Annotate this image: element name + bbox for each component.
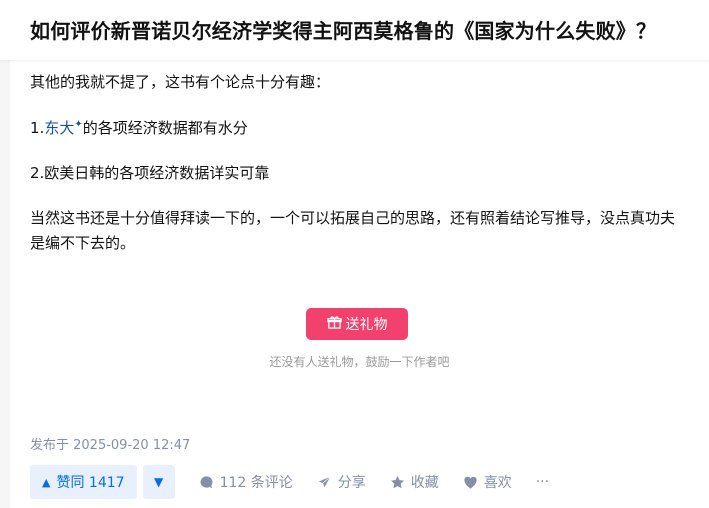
more-options-button[interactable]: ···: [536, 474, 549, 490]
share-button[interactable]: 分享: [316, 472, 366, 492]
comments-label: 112 条评论: [219, 475, 293, 491]
like-button[interactable]: 喜欢: [463, 472, 512, 492]
upvote-button[interactable]: ▲ 赞同 1417: [30, 465, 137, 499]
publish-time[interactable]: 发布于 2025-09-20 12:47: [30, 434, 190, 453]
heart-icon: [463, 475, 478, 490]
action-bar: ▲ 赞同 1417 ▼ 112 条评论 分享 收藏 喜欢 ···: [30, 465, 690, 499]
downvote-button[interactable]: ▼: [142, 465, 175, 499]
answer-paragraph-1: 其他的我就不提了，这书有个论点十分有趣：: [30, 73, 331, 91]
send-gift-label: 送礼物: [345, 317, 388, 333]
upvote-label: 赞同 1417: [56, 475, 125, 491]
gift-icon: [326, 315, 342, 334]
question-title[interactable]: 如何评价新晋诺贝尔经济学奖得主阿西莫格鲁的《国家为什么失败》？: [30, 15, 656, 44]
triangle-down-icon: ▼: [153, 475, 164, 489]
answer-paragraph-2: 1.东大✦的各项经济数据都有水分: [30, 116, 248, 140]
answer-paragraph-4-line-2: 是编不下去的。: [30, 234, 136, 252]
answer-card: 其他的我就不提了，这书有个论点十分有趣： 1.东大✦的各项经济数据都有水分 2.…: [10, 60, 709, 508]
paper-plane-icon: [316, 474, 332, 490]
ellipsis-icon: ···: [535, 474, 550, 490]
answer-paragraph-4-line-1: 当然这书还是十分值得拜读一下的，一个可以拓展自己的思路，还有照着结论写推导，没点…: [30, 209, 676, 227]
send-gift-button[interactable]: 送礼物: [306, 308, 408, 340]
list-number: 1.: [30, 119, 45, 137]
comments-button[interactable]: 112 条评论: [199, 472, 293, 492]
keyword-sparkle-icon: ✦: [74, 119, 83, 130]
like-label: 喜欢: [483, 475, 512, 491]
gift-hint: 还没有人送礼物，鼓励一下作者吧: [269, 355, 450, 369]
comment-bubble-icon: [199, 475, 214, 490]
star-icon: [390, 475, 405, 490]
question-header: 如何评价新晋诺贝尔经济学奖得主阿西莫格鲁的《国家为什么失败》？: [0, 0, 709, 60]
favorite-label: 收藏: [410, 475, 439, 491]
answer-paragraph-3: 2.欧美日韩的各项经济数据详实可靠: [30, 164, 270, 182]
favorite-button[interactable]: 收藏: [390, 472, 439, 492]
share-label: 分享: [337, 475, 366, 491]
triangle-up-icon: ▲: [42, 475, 51, 489]
paragraph-text: 的各项经济数据都有水分: [82, 119, 248, 137]
keyword-link[interactable]: 东大: [44, 119, 74, 137]
